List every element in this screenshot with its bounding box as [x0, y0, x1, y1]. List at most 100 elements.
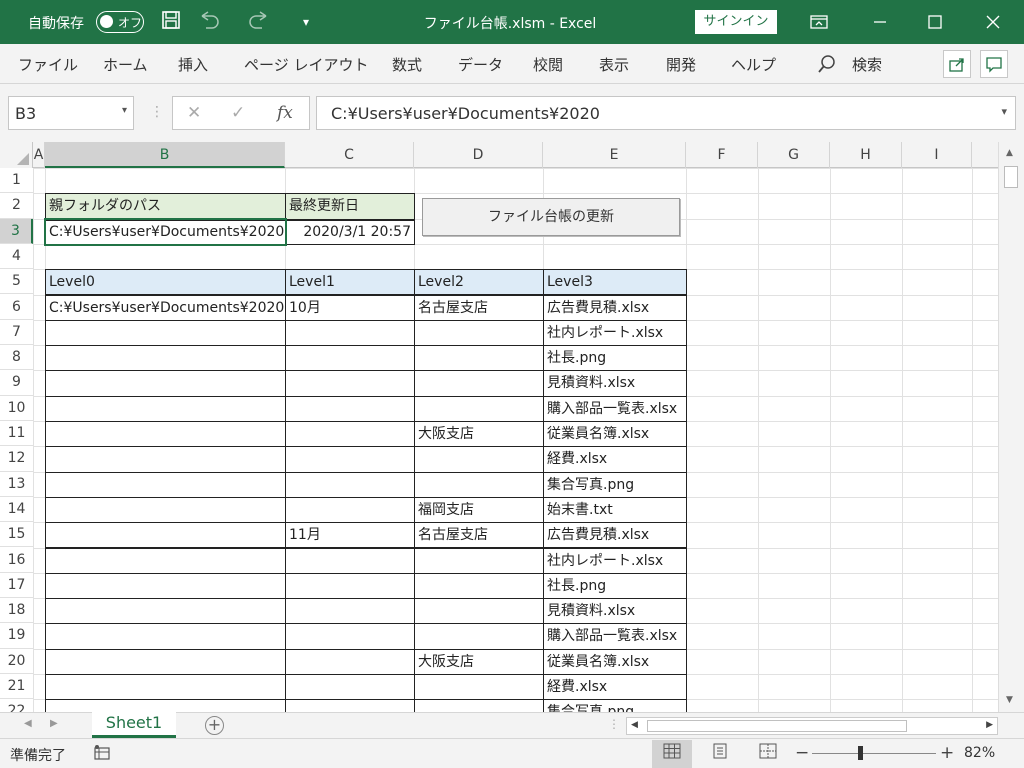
cell-b6[interactable]: C:¥Users¥user¥Documents¥2020	[45, 296, 285, 320]
cell-e22[interactable]: 集合写真.png	[543, 700, 686, 712]
row-header-16[interactable]: 16	[0, 548, 33, 573]
update-ledger-button[interactable]: ファイル台帳の更新	[422, 198, 680, 236]
autosave-toggle[interactable]: オフ	[96, 11, 144, 33]
cell-e14[interactable]: 始末書.txt	[543, 498, 686, 522]
share-icon[interactable]	[943, 50, 971, 78]
cell-e10[interactable]: 購入部品一覧表.xlsx	[543, 397, 686, 421]
row-header-1[interactable]: 1	[0, 168, 33, 194]
tab-data[interactable]: データ	[458, 54, 503, 75]
zoom-in-icon[interactable]: +	[940, 743, 954, 763]
tab-split-handle[interactable]: ⋮	[608, 717, 620, 731]
save-icon[interactable]	[160, 10, 182, 34]
row-header-13[interactable]: 13	[0, 472, 33, 497]
horizontal-scrollbar[interactable]: ◀ ▶	[626, 717, 998, 735]
row-header-19[interactable]: 19	[0, 623, 33, 649]
row-header-9[interactable]: 9	[0, 370, 33, 396]
tab-formulas[interactable]: 数式	[392, 54, 422, 75]
row-header-4[interactable]: 4	[0, 244, 33, 270]
row-header-11[interactable]: 11	[0, 421, 33, 447]
row-header-20[interactable]: 20	[0, 649, 33, 674]
cell-d6[interactable]: 名古屋支店	[414, 296, 543, 320]
cell-e12[interactable]: 経費.xlsx	[543, 447, 686, 471]
signin-button[interactable]: サインイン	[695, 10, 777, 34]
row-header-10[interactable]: 10	[0, 396, 33, 421]
column-header-b[interactable]: B	[45, 142, 285, 168]
select-all-button[interactable]	[0, 142, 33, 168]
cell-d15[interactable]: 名古屋支店	[414, 523, 543, 547]
tab-developer[interactable]: 開発	[666, 54, 696, 75]
cell-e18[interactable]: 見積資料.xlsx	[543, 599, 686, 623]
insert-function-icon[interactable]: fx	[277, 103, 293, 123]
column-header-h[interactable]: H	[830, 142, 902, 168]
column-header-c[interactable]: C	[285, 142, 414, 168]
cell-c5[interactable]: Level1	[285, 270, 414, 294]
search-icon[interactable]	[817, 54, 837, 74]
name-box[interactable]: B3 ▾	[8, 96, 134, 130]
zoom-slider[interactable]	[812, 753, 936, 754]
add-sheet-icon[interactable]: +	[205, 716, 224, 735]
cell-e8[interactable]: 社長.png	[543, 346, 686, 370]
cell-c2[interactable]: 最終更新日	[285, 194, 414, 218]
cell-b2[interactable]: 親フォルダのパス	[45, 194, 285, 218]
cell-e13[interactable]: 集合写真.png	[543, 473, 686, 497]
redo-icon[interactable]	[244, 10, 274, 34]
enter-icon[interactable]: ✓	[231, 103, 245, 123]
page-layout-view-icon[interactable]	[700, 740, 740, 768]
zoom-slider-thumb[interactable]	[858, 746, 863, 760]
cell-e11[interactable]: 従業員名簿.xlsx	[543, 422, 686, 446]
undo-icon[interactable]	[196, 10, 226, 34]
worksheet-grid[interactable]: ABCDEFGHI 1 2 3 4 5 6 7 8 9 10 11 12 13 14 15 16 17 18 19 2…	[0, 142, 998, 712]
column-header-f[interactable]: F	[686, 142, 758, 168]
tab-review[interactable]: 校閲	[533, 54, 563, 75]
cell-b3[interactable]: C:¥Users¥user¥Documents¥2020	[45, 220, 285, 244]
ribbon-display-icon[interactable]	[805, 8, 833, 36]
row-header-14[interactable]: 14	[0, 497, 33, 523]
vertical-scroll-thumb[interactable]	[1004, 166, 1018, 188]
cell-b5[interactable]: Level0	[45, 270, 285, 294]
cell-c6[interactable]: 10月	[285, 296, 414, 320]
row-header-17[interactable]: 17	[0, 573, 33, 599]
tab-help[interactable]: ヘルプ	[731, 54, 776, 75]
cell-c3[interactable]: 2020/3/1 20:57	[285, 220, 414, 244]
search-label[interactable]: 検索	[852, 54, 882, 75]
cell-d20[interactable]: 大阪支店	[414, 650, 543, 674]
cell-e15[interactable]: 広告費見積.xlsx	[543, 523, 686, 547]
cell-e17[interactable]: 社長.png	[543, 574, 686, 598]
tab-page-layout[interactable]: ページ レイアウト	[244, 54, 368, 75]
zoom-level[interactable]: 82%	[964, 745, 995, 761]
cell-e16[interactable]: 社内レポート.xlsx	[543, 549, 686, 573]
row-header-2[interactable]: 2	[0, 193, 33, 219]
normal-view-icon[interactable]	[652, 740, 692, 768]
formula-input[interactable]: C:¥Users¥user¥Documents¥2020 ▾	[316, 96, 1016, 130]
row-header-3[interactable]: 3	[0, 218, 33, 244]
cell-e19[interactable]: 購入部品一覧表.xlsx	[543, 624, 686, 648]
page-break-view-icon[interactable]	[748, 740, 788, 768]
drag-handle-icon[interactable]: ⋮	[150, 104, 164, 120]
scroll-up-icon[interactable]: ▲	[1006, 148, 1013, 158]
cell-d11[interactable]: 大阪支店	[414, 422, 543, 446]
maximize-icon[interactable]	[921, 8, 949, 36]
chevron-down-icon[interactable]: ▾	[122, 105, 127, 116]
cell-e7[interactable]: 社内レポート.xlsx	[543, 321, 686, 345]
column-header-g[interactable]: G	[758, 142, 830, 168]
column-header-i[interactable]: I	[902, 142, 972, 168]
cell-d14[interactable]: 福岡支店	[414, 498, 543, 522]
expand-formula-icon[interactable]: ▾	[1001, 105, 1007, 118]
row-header-18[interactable]: 18	[0, 598, 33, 624]
row-header-21[interactable]: 21	[0, 674, 33, 700]
scroll-left-icon[interactable]: ◀	[631, 720, 638, 730]
minimize-icon[interactable]	[866, 8, 894, 36]
prev-sheet-icon[interactable]: ◀	[24, 718, 32, 729]
vertical-scrollbar[interactable]: ▲ ▼	[998, 142, 1024, 712]
scroll-right-icon[interactable]: ▶	[986, 720, 993, 730]
cell-e20[interactable]: 従業員名簿.xlsx	[543, 650, 686, 674]
horizontal-scroll-thumb[interactable]	[647, 720, 907, 732]
row-header-5[interactable]: 5	[0, 269, 33, 295]
cell-c15[interactable]: 11月	[285, 523, 414, 547]
row-header-15[interactable]: 15	[0, 522, 33, 548]
close-icon[interactable]	[979, 8, 1007, 36]
row-header-7[interactable]: 7	[0, 320, 33, 346]
row-header-6[interactable]: 6	[0, 295, 33, 320]
customize-qat-icon[interactable]: ▾	[298, 10, 314, 34]
tab-home[interactable]: ホーム	[103, 54, 148, 75]
